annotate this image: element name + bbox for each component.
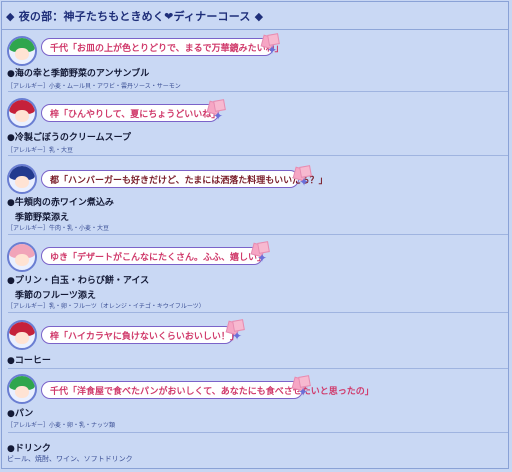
avatar <box>7 164 37 194</box>
drink-title: ●ドリンク <box>7 444 51 454</box>
quote-text: 「ハイカラヤに負けないくらいおいしい！」 <box>59 331 239 342</box>
quote-text: 「デザートがこんなにたくさん。ふふ、嬉しい」 <box>68 252 267 263</box>
dish-name: ●海の幸と季節野菜のアンサンブル <box>7 69 150 79</box>
dish-name: ●パン <box>7 409 34 419</box>
speech-bubble: 千代 「お皿の上が色とりどりで、まるで万華鏡みたいね」 <box>41 38 284 56</box>
divider <box>8 368 508 369</box>
dish-main: ●プリン・白玉・わらび餅・アイス <box>7 276 150 286</box>
flower-deco-icon: ✦ <box>291 375 311 398</box>
speaker-name: 梓 <box>50 331 60 342</box>
speech-bubble: 梓 「ひんやりして、夏にちょうどいいね」 <box>41 104 221 122</box>
dish-name: ●プリン・白玉・わらび餅・アイス 季節のフルーツ添え <box>7 273 149 301</box>
quote-text: 「洋食屋で食べたパンがおいしくて、あなたにも食べさせたいと思ったの」 <box>68 386 374 397</box>
course-title: ◆ 夜の部：神子たちもときめく❤ディナーコース ◆ <box>2 2 508 30</box>
quote-text: 「ハンバーガーも好きだけど、たまには洒落た料理もいいだろ？」 <box>59 175 328 186</box>
speech-bubble: 都 「ハンバーガーも好きだけど、たまには洒落た料理もいいだろ？」 <box>41 170 328 188</box>
flower-deco-icon: ✦ <box>225 319 245 342</box>
flower-deco-icon: ✦ <box>250 241 270 264</box>
flower-deco-icon: ✦ <box>292 165 312 188</box>
speaker-name: 都 <box>50 175 60 186</box>
speech-bubble: 千代 「洋食屋で食べたパンがおいしくて、あなたにも食べさせたいと思ったの」 <box>41 381 374 399</box>
speech-bubble: ゆき 「デザートがこんなにたくさん。ふふ、嬉しい」 <box>41 247 267 265</box>
avatar <box>7 98 37 128</box>
quote-text: 「ひんやりして、夏にちょうどいいね」 <box>59 109 221 120</box>
speaker-name: 千代 <box>50 386 69 397</box>
speech-bubble: 梓 「ハイカラヤに負けないくらいおいしい！」 <box>41 326 239 344</box>
allergy-info: ［アレルギー］小麦・ムール貝・アワビ・雲丹ソース・サーモン <box>7 83 181 90</box>
dish-name: ●コーヒー <box>7 356 51 366</box>
dish-main: ●牛頬肉の赤ワイン煮込み <box>7 198 114 208</box>
avatar <box>7 242 37 272</box>
dish-name: ●牛頬肉の赤ワイン煮込み 季節野菜添え <box>7 195 114 223</box>
allergy-info: ［アレルギー］乳・卵・フルーツ（オレンジ・イチゴ・キウイフルーツ） <box>7 303 205 310</box>
dish-sub: 季節野菜添え <box>15 213 70 223</box>
dish-name: ●冷製ごぼうのクリームスープ <box>7 133 132 143</box>
allergy-info: ［アレルギー］牛肉・乳・小麦・大豆 <box>7 225 110 232</box>
speaker-name: 千代 <box>50 43 69 54</box>
avatar <box>7 36 37 66</box>
divider <box>8 312 508 313</box>
divider <box>8 91 508 92</box>
speaker-name: ゆき <box>50 252 69 263</box>
flower-deco-icon: ✦ <box>206 99 226 122</box>
divider <box>8 234 508 235</box>
quote-text: 「お皿の上が色とりどりで、まるで万華鏡みたいね」 <box>68 43 284 54</box>
speaker-name: 梓 <box>50 109 60 120</box>
avatar <box>7 320 37 350</box>
dish-sub: 季節のフルーツ添え <box>15 291 96 301</box>
divider <box>8 432 508 433</box>
flower-deco-icon: ✦ <box>260 33 280 56</box>
drink-list: ビール、焼酎、ワイン、ソフトドリンク <box>7 455 133 463</box>
allergy-info: ［アレルギー］小麦・卵・乳・ナッツ類 <box>7 422 116 429</box>
avatar <box>7 374 37 404</box>
divider <box>8 155 508 156</box>
allergy-info: ［アレルギー］乳・大豆 <box>7 147 74 154</box>
